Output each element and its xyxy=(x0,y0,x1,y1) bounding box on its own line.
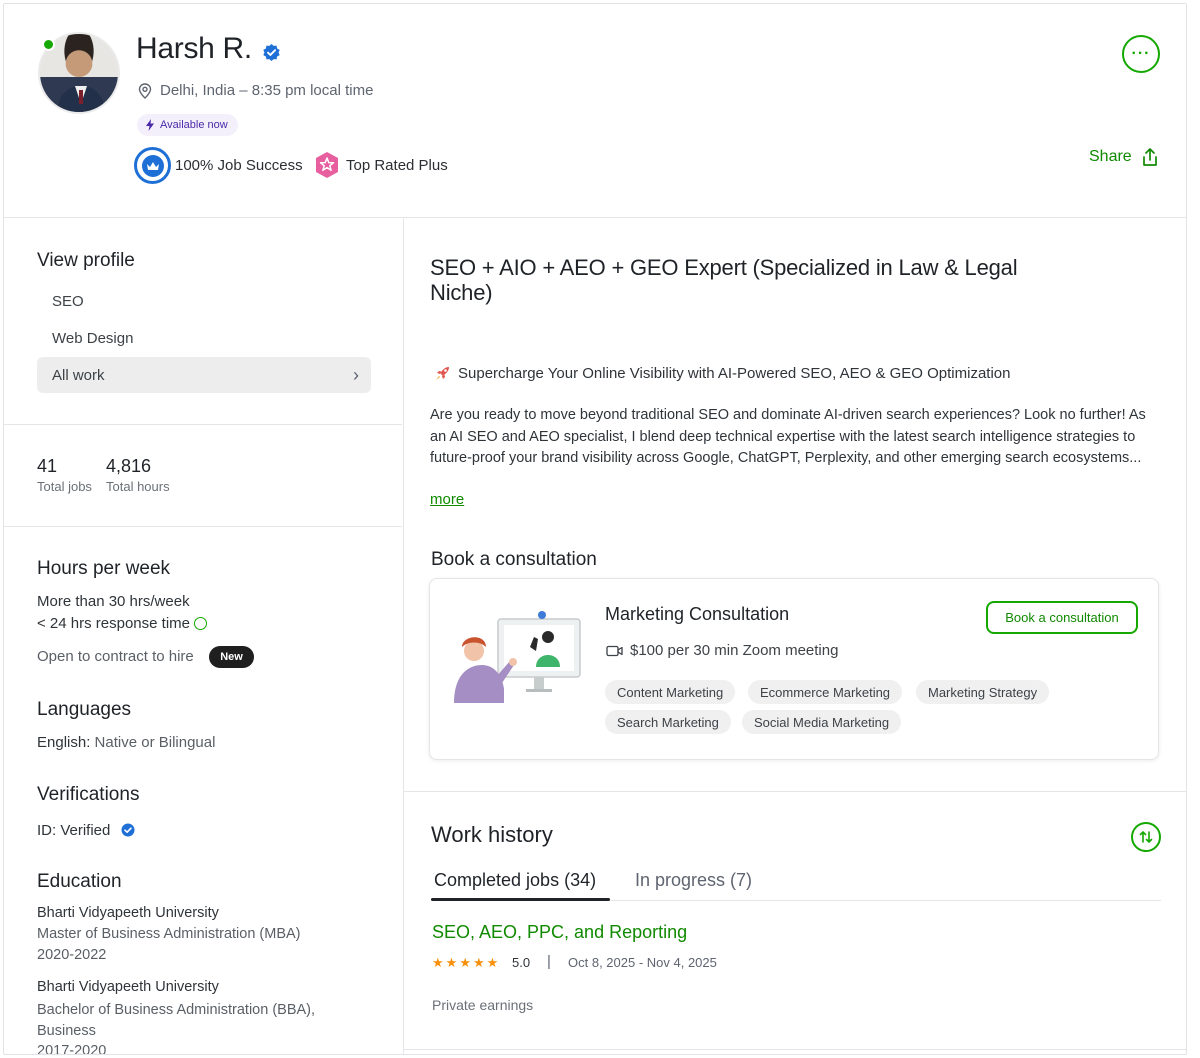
active-tab-indicator xyxy=(431,898,610,901)
job-title-link[interactable]: SEO, AEO, PPC, and Reporting xyxy=(432,922,687,943)
tab-completed-jobs[interactable]: Completed jobs (34) xyxy=(434,870,596,891)
nav-item-all-work[interactable]: All work › xyxy=(37,357,371,393)
chevron-right-icon: › xyxy=(353,364,359,385)
location-text: Delhi, India – 8:35 pm local time xyxy=(160,82,374,99)
total-jobs-label: Total jobs xyxy=(37,479,92,494)
view-profile-title: View profile xyxy=(37,250,135,271)
share-icon xyxy=(1142,148,1157,166)
share-button[interactable]: Share xyxy=(1089,147,1160,167)
book-consultation-title: Book a consultation xyxy=(431,549,597,570)
id-verified-text: ID: Verified xyxy=(37,822,111,839)
job-success-text: 100% Job Success xyxy=(175,157,303,174)
job-success-ring xyxy=(134,147,171,184)
divider xyxy=(403,1049,1186,1050)
verified-badge-icon xyxy=(263,43,280,62)
more-link[interactable]: more xyxy=(430,491,464,508)
profile-name: Harsh R. xyxy=(136,32,252,65)
star-icon: ★ xyxy=(445,955,458,970)
total-hours-value: 4,816 xyxy=(106,456,152,476)
more-options-icon: ··· xyxy=(1131,45,1151,62)
contract-to-hire: Open to contract to hire xyxy=(37,648,194,665)
skill-tag[interactable]: Social Media Marketing xyxy=(742,710,902,734)
video-camera-icon xyxy=(606,645,623,656)
education-degree: Master of Business Administration (MBA) xyxy=(37,926,301,942)
divider xyxy=(4,526,402,527)
consultation-price-text: $100 per 30 min Zoom meeting xyxy=(630,642,839,659)
star-icon: ★ xyxy=(486,955,499,970)
star-icon: ★ xyxy=(459,955,471,970)
skill-tag[interactable]: Marketing Strategy xyxy=(916,680,1050,704)
skill-tag[interactable]: Ecommerce Marketing xyxy=(748,680,903,704)
star-icon: ★ xyxy=(472,955,485,970)
profile-headline: SEO + AIO + AEO + GEO Expert (Specialize… xyxy=(430,255,1018,305)
job-success-badge: 100% Job Success xyxy=(134,147,303,184)
language-name: English: xyxy=(37,734,91,751)
avatar-tie xyxy=(79,90,83,104)
online-status-indicator xyxy=(42,38,55,51)
top-rated-text: Top Rated Plus xyxy=(346,156,448,174)
profile-page: Harsh R. Delhi, India – 8:35 pm local ti… xyxy=(3,3,1187,1055)
skill-tag[interactable]: Content Marketing xyxy=(605,680,736,704)
profile-header: Harsh R. Delhi, India – 8:35 pm local ti… xyxy=(4,4,1186,218)
crown-icon xyxy=(146,161,159,170)
education-school: Bharti Vidyapeeth University xyxy=(37,905,219,921)
education-degree: Bachelor of Business Administration (BBA… xyxy=(37,1002,316,1039)
location-pin-icon xyxy=(138,82,152,99)
availability-text: Available now xyxy=(160,119,228,131)
divider xyxy=(403,791,1186,792)
response-time-text: < 24 hrs response time xyxy=(37,615,190,632)
divider xyxy=(4,424,402,425)
profile-description: Are you ready to move beyond traditional… xyxy=(430,407,1146,466)
hours-per-week-title: Hours per week xyxy=(37,558,171,579)
consultation-price: $100 per 30 min Zoom meeting xyxy=(606,642,838,659)
job-rating: 5.0 xyxy=(512,955,531,970)
hours-per-week-value: More than 30 hrs/week xyxy=(37,593,190,610)
response-time: < 24 hrs response time xyxy=(37,615,207,632)
education-school: Bharti Vidyapeeth University xyxy=(37,979,219,995)
tab-in-progress[interactable]: In progress (7) xyxy=(635,870,752,891)
language-level: Native or Bilingual xyxy=(94,734,216,751)
new-badge: New xyxy=(209,646,254,668)
share-label: Share xyxy=(1089,148,1132,165)
top-rated-badge: Top Rated Plus xyxy=(314,151,448,179)
languages-title: Languages xyxy=(37,699,132,720)
nav-item-web-design[interactable]: Web Design xyxy=(52,330,133,347)
language-entry: English: Native or Bilingual xyxy=(37,734,215,751)
availability-badge: Available now xyxy=(137,114,238,136)
info-icon xyxy=(194,616,207,630)
job-dates: Oct 8, 2025 - Nov 4, 2025 xyxy=(568,955,717,970)
more-options-button[interactable]: ··· xyxy=(1122,35,1160,73)
job-earnings: Private earnings xyxy=(432,997,534,1013)
lightning-icon xyxy=(146,119,154,131)
star-icon: ★ xyxy=(432,955,444,970)
top-rated-plus-icon xyxy=(316,152,338,178)
verified-check-icon xyxy=(121,823,135,837)
tagline-text: Supercharge Your Online Visibility with … xyxy=(458,364,1011,382)
education-years: 2020-2022 xyxy=(37,947,107,963)
sort-icon xyxy=(1139,831,1153,843)
separator: | xyxy=(547,953,551,970)
skill-tag[interactable]: Search Marketing xyxy=(605,710,731,734)
total-hours-label: Total hours xyxy=(106,479,170,494)
consultation-illustration xyxy=(454,611,581,703)
rocket-icon xyxy=(436,367,449,380)
star-rating: ★ ★ ★ ★ ★ xyxy=(432,955,498,971)
location: Delhi, India – 8:35 pm local time xyxy=(138,82,373,99)
sort-button[interactable] xyxy=(1131,822,1161,852)
left-sidebar: View profile SEO Web Design All work › 4… xyxy=(4,218,404,1055)
consultation-card: Marketing Consultation $100 per 30 min Z… xyxy=(429,578,1159,760)
tagline: Supercharge Your Online Visibility with … xyxy=(434,364,1011,382)
total-jobs-value: 41 xyxy=(37,456,58,476)
education-title: Education xyxy=(37,871,122,892)
verifications-title: Verifications xyxy=(37,784,140,805)
nav-item-all-work-label: All work xyxy=(52,366,105,384)
education-years: 2017-2020 xyxy=(37,1043,107,1055)
id-verified: ID: Verified xyxy=(37,822,135,839)
nav-item-seo[interactable]: SEO xyxy=(52,293,84,310)
work-history-title: Work history xyxy=(431,822,553,847)
consultation-title: Marketing Consultation xyxy=(605,604,790,624)
book-consultation-button[interactable]: Book a consultation xyxy=(986,601,1138,634)
